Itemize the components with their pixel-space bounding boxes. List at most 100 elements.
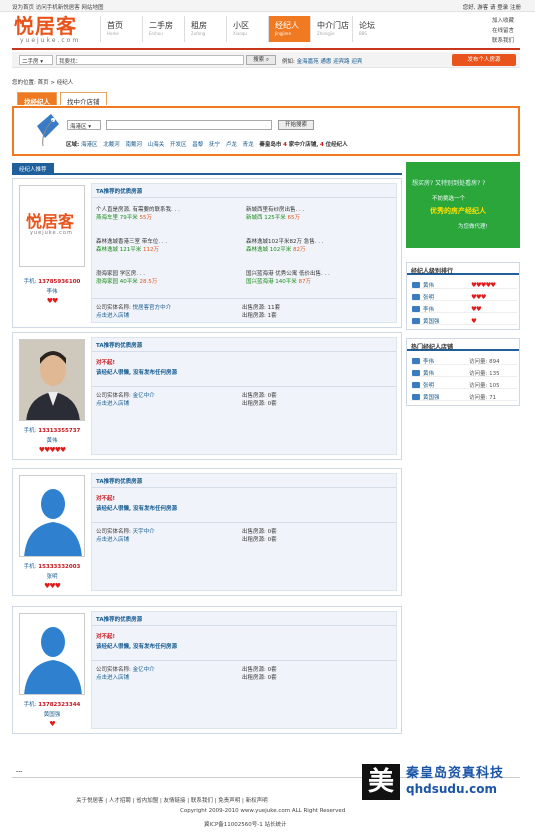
region-link[interactable]: 南戴河 <box>125 142 142 148</box>
tab-find-shop[interactable]: 找中介店铺 <box>60 92 107 106</box>
nav-zhongjie[interactable]: 中介门店 Zhongjie <box>310 16 352 42</box>
listing-item[interactable]: 森林逸城102平米82万 急售. . . 森林逸城 102平米 82万 <box>246 238 324 254</box>
region-link[interactable]: 卢龙 <box>226 142 237 148</box>
enter-shop-link[interactable]: 点击进入店铺 <box>96 675 129 681</box>
agent-name[interactable]: 张明 <box>13 572 91 580</box>
watermark-logo: 美 <box>362 764 400 800</box>
publish-button[interactable]: 发布个人房源 <box>452 54 516 66</box>
agent-card-main: TA推荐的优质房源 个人直是房源, 有需要的联系我. . . 燕海车里 79平米 … <box>91 183 397 323</box>
avatar-placeholder-icon <box>24 489 82 556</box>
listing-price: 87万 <box>298 279 312 285</box>
keyword-input[interactable] <box>106 120 272 130</box>
nav-home[interactable]: 首页 Home <box>100 16 142 42</box>
footer-ellipsis: ... <box>16 768 23 774</box>
logo-text: 悦居客 <box>14 14 77 38</box>
search-type-select[interactable]: 二手房 ▾ <box>19 55 53 65</box>
region-link[interactable]: 开发区 <box>170 142 187 148</box>
search-input[interactable]: 我要找： <box>56 55 244 65</box>
rent-count: 出租房源: 1套 <box>242 313 277 319</box>
footer-links[interactable]: 关于悦居客 | 人才招聘 | 省内加盟 | 友情链接 | 联系我们 | 免责声明… <box>76 796 268 804</box>
region-link[interactable]: 青龙 <box>243 142 254 148</box>
nav-ershou[interactable]: 二手房 Ershou <box>142 16 184 42</box>
nav-zufang[interactable]: 租房 Zufang <box>184 16 226 42</box>
hot-link[interactable]: 通惠 <box>320 59 331 65</box>
listing-item[interactable]: 新城西里有纱房出售. . . 新城西 125平米 65万 <box>246 206 304 222</box>
divider <box>92 625 396 626</box>
divider <box>92 351 396 352</box>
agent-count-label: 位经纪人 <box>325 142 348 148</box>
tab-find-agent[interactable]: 找经纪人 <box>17 92 57 106</box>
region-link[interactable]: 海港区 <box>81 142 98 148</box>
listing-item[interactable]: 森林逸城香港三室 带车位. . . 森林逸城 121平米 112万 <box>96 238 167 254</box>
nav-label: 租房 <box>191 21 207 30</box>
shop-row[interactable]: 李伟 访问量: 894 <box>411 356 517 365</box>
search-button-label: 搜索 <box>253 57 265 63</box>
watermark-domain: qhdsudu.com <box>406 782 497 796</box>
add-favorite-link[interactable]: 加入收藏 <box>492 16 514 26</box>
rank-name: 黄伟 <box>423 283 435 289</box>
enter-shop-link[interactable]: 点击进入店铺 <box>96 537 129 543</box>
agent-phone: 手机: 13785936100 <box>13 277 91 285</box>
promo-banner[interactable]: 想买房? 又特别到处看房? ? 不妨挑选一个 优秀的房产经纪人 为您做代理! <box>406 162 520 248</box>
hot-link[interactable]: 迎宾路 <box>333 59 350 65</box>
nav-xiaoqu[interactable]: 小区 Xiaoqu <box>226 16 268 42</box>
company-link[interactable]: 天宇中介 <box>133 529 155 535</box>
agent-card: 手机: 13782323344 黄国强 ♥ TA推荐的优质房源 对不起! 该经纪… <box>12 606 402 734</box>
message-link[interactable]: 在线留言 <box>492 26 514 36</box>
listing-item[interactable]: 国兴蓝海港 优秀公寓 低价出售. . . 国兴蓝海港 140平米 87万 <box>246 270 330 286</box>
level-hearts: ♥♥♥♥♥ <box>38 446 66 454</box>
listing-item[interactable]: 渤海家园 学区房. . . 渤海家园 40平米 28.5万 <box>96 270 157 286</box>
agent-card: 手机: 13313355737 黄伟 ♥♥♥♥♥ TA推荐的优质房源 对不起! … <box>12 332 402 460</box>
section-title: 经纪人推荐 <box>12 163 402 175</box>
rank-row[interactable]: 李伟 ♥♥ <box>411 304 517 313</box>
shop-row[interactable]: 张明 访问量: 105 <box>411 380 517 389</box>
rank-row[interactable]: 黄国强 ♥ <box>411 316 517 325</box>
rank-row[interactable]: 张明 ♥♥♥ <box>411 292 517 301</box>
agent-photo[interactable] <box>19 339 85 421</box>
search-button[interactable]: 搜索 ⌕ <box>246 55 276 65</box>
agent-photo[interactable] <box>19 613 85 695</box>
listing-price: 28.5万 <box>139 279 158 285</box>
company-link[interactable]: 悦居客官方中介 <box>133 305 172 311</box>
nav-label: 小区 <box>233 21 249 30</box>
region-link[interactable]: 昌黎 <box>192 142 203 148</box>
logo[interactable]: 悦居客 yuejuke.com <box>14 15 86 45</box>
enter-shop-link[interactable]: 点击进入店铺 <box>96 313 129 319</box>
login-links[interactable]: 您好, 游客 请 登录 注册 <box>463 3 521 11</box>
empty-title: 对不起! <box>96 634 116 640</box>
icp-record[interactable]: 冀ICP备11002560号-1 站长统计 <box>204 820 287 828</box>
contact-link[interactable]: 联系我们 <box>492 36 514 46</box>
top-bar: 设为首页 访问手机新悦居客 网站地图 您好, 游客 请 登录 注册 <box>0 0 535 12</box>
top-links[interactable]: 设为首页 访问手机新悦居客 网站地图 <box>12 3 104 11</box>
watermark: 美 秦皇岛资真科技 qhdsudu.com <box>362 762 522 802</box>
agent-name[interactable]: 黄国强 <box>13 710 91 718</box>
banner-line-4: 为您做代理! <box>458 224 488 230</box>
enter-shop-link[interactable]: 点击进入店铺 <box>96 401 129 407</box>
hot-link[interactable]: 迎宾 <box>351 59 362 65</box>
agent-photo[interactable] <box>19 475 85 557</box>
phone-number: 13785936100 <box>38 279 81 285</box>
company-link[interactable]: 金亿中介 <box>133 667 155 673</box>
hot-link[interactable]: 金海嘉苑 <box>297 59 319 65</box>
shop-row[interactable]: 黄国强 访问量: 71 <box>411 392 517 401</box>
listing-place: 燕海车里 <box>96 215 119 221</box>
filter-search-button[interactable]: 开始搜索 <box>278 120 314 130</box>
rank-row[interactable]: 黄伟 ♥♥♥♥♥ <box>411 280 517 289</box>
region-link[interactable]: 山海关 <box>148 142 165 148</box>
agent-card-main: TA推荐的优质房源 对不起! 该经纪人很懒, 没有发布任何房源 公司实体名称: … <box>91 611 397 729</box>
nav-jingjiren[interactable]: 经纪人 Jingjiren <box>268 16 310 42</box>
listing-item[interactable]: 个人直是房源, 有需要的联系我. . . 燕海车里 79平米 55万 <box>96 206 180 222</box>
region-link[interactable]: 北戴河 <box>103 142 120 148</box>
agent-name[interactable]: 李伟 <box>13 287 91 295</box>
agent-name[interactable]: 黄伟 <box>13 436 91 444</box>
area-select[interactable]: 海港区 ▾ <box>67 120 101 130</box>
banner-line-1: 想买房? 又特别到处看房? ? <box>412 180 486 187</box>
company-link[interactable]: 金亿中介 <box>133 393 155 399</box>
agent-photo[interactable]: 悦居客 yuejuke.com <box>19 185 85 267</box>
shop-row[interactable]: 黄伟 访问量: 135 <box>411 368 517 377</box>
region-link[interactable]: 抚宁 <box>209 142 220 148</box>
rent-count: 出租房源: 0套 <box>242 401 277 407</box>
nav-bbs[interactable]: 论坛 BBS <box>352 16 394 42</box>
region-label: 区域: <box>66 142 80 148</box>
rank-hearts: ♥♥ <box>471 305 482 313</box>
